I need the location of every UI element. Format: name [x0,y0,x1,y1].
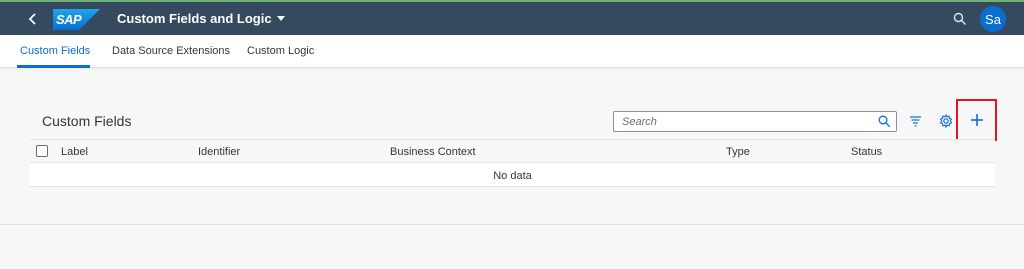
sort-icon[interactable] [909,115,922,133]
select-all-checkbox[interactable] [36,145,48,157]
no-data-text: No data [493,170,532,182]
tab-custom-logic[interactable]: Custom Logic [247,45,314,57]
plus-icon [971,114,983,126]
footer [0,225,1024,269]
column-header-business-context[interactable]: Business Context [390,146,476,158]
tab-custom-fields[interactable]: Custom Fields [20,45,90,57]
search-input[interactable] [622,114,872,129]
shell-bar: SAP Custom Fields and Logic Sa [0,0,1024,35]
column-header-status[interactable]: Status [851,146,882,158]
app-title: Custom Fields and Logic [117,11,272,26]
table-header: Label Identifier Business Context Type S… [30,139,995,163]
active-tab-indicator [17,65,90,68]
panel-title: Custom Fields [42,113,132,129]
column-header-label[interactable]: Label [61,146,88,158]
avatar[interactable]: Sa [980,6,1006,32]
avatar-initials: Sa [985,11,1001,27]
sap-logo: SAP [53,9,100,30]
logo-text: SAP [56,12,82,27]
tab-data-source-extensions[interactable]: Data Source Extensions [112,45,230,57]
add-button[interactable] [962,105,992,135]
caret-down-icon [276,16,285,22]
column-header-type[interactable]: Type [726,146,750,158]
gear-icon[interactable] [939,113,953,133]
table-row: No data [30,163,995,187]
app-title-menu[interactable]: Custom Fields and Logic [117,11,285,26]
tab-bar: Custom Fields Data Source Extensions Cus… [0,35,1024,68]
column-header-identifier[interactable]: Identifier [198,146,240,158]
search-icon[interactable] [953,12,967,26]
search-field[interactable] [613,111,897,132]
search-icon[interactable] [878,115,891,128]
chevron-left-icon[interactable] [26,11,40,27]
